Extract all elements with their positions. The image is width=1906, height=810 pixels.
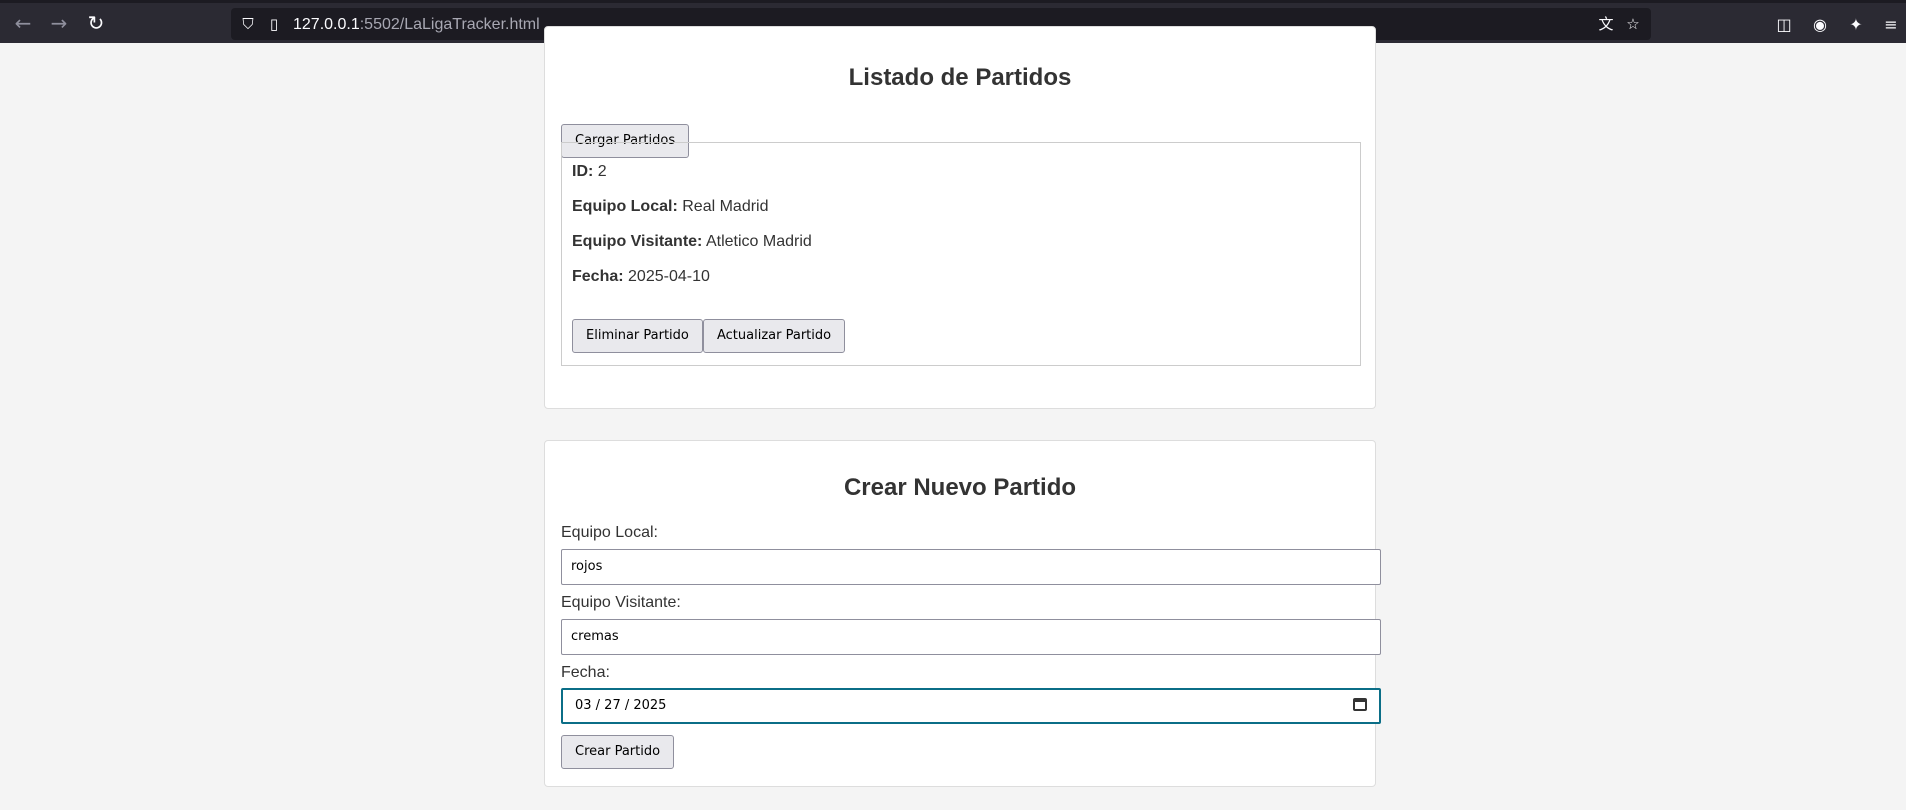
create-match-button[interactable]: Crear Partido	[561, 735, 675, 769]
match-date-label: Fecha:	[572, 268, 624, 285]
match-away-label: Equipo Visitante:	[572, 233, 703, 250]
match-item: ID: 2 Equipo Local: Real Madrid Equipo V…	[561, 142, 1361, 366]
url-text[interactable]: 127.0.0.1:5502/LaLigaTracker.html	[293, 16, 540, 34]
shield-icon[interactable]: ⛉	[239, 15, 257, 33]
list-title: Listado de Partidos	[848, 64, 1072, 91]
match-home-label: Equipo Local:	[572, 198, 678, 215]
bookmark-star-icon[interactable]: ☆	[1624, 15, 1642, 33]
date-input[interactable]: 03 / 27 / 2025	[561, 688, 1381, 724]
match-date: Fecha: 2025-04-10	[572, 268, 710, 286]
match-date-value: 2025-04-10	[628, 268, 710, 285]
home-team-label: Equipo Local:	[561, 524, 658, 541]
translate-icon[interactable]: 文	[1597, 15, 1615, 33]
home-team-input[interactable]: rojos	[561, 549, 1381, 585]
extensions-icon[interactable]: ✦	[1846, 15, 1866, 35]
page-icon[interactable]: ▯	[265, 15, 283, 33]
calendar-icon[interactable]	[1353, 698, 1367, 711]
create-match-card: Crear Nuevo Partido Equipo Local: rojos …	[544, 440, 1381, 787]
account-icon[interactable]: ◉	[1810, 15, 1830, 35]
pocket-icon[interactable]: ◫	[1774, 15, 1794, 35]
match-home-value: Real Madrid	[682, 198, 769, 215]
date-input-value: 03 / 27 / 2025	[575, 698, 667, 713]
match-list-card: Listado de Partidos Cargar Partidos ID: …	[544, 26, 1376, 409]
away-team-input[interactable]: cremas	[561, 619, 1381, 655]
url-path: :5502/LaLigaTracker.html	[359, 16, 540, 33]
date-label: Fecha:	[561, 664, 610, 681]
update-match-button[interactable]: Actualizar Partido	[703, 319, 846, 353]
forward-icon[interactable]: →	[49, 13, 69, 33]
away-team-label: Equipo Visitante:	[561, 594, 681, 611]
url-host: 127.0.0.1	[293, 16, 360, 33]
delete-match-button[interactable]: Eliminar Partido	[572, 319, 703, 353]
match-id-label: ID:	[572, 163, 594, 180]
match-home: Equipo Local: Real Madrid	[572, 198, 769, 216]
back-icon[interactable]: ←	[13, 13, 33, 33]
match-away-value: Atletico Madrid	[705, 233, 812, 250]
create-title: Crear Nuevo Partido	[843, 474, 1077, 501]
menu-icon[interactable]: ≡	[1881, 15, 1901, 35]
match-id: ID: 2	[572, 163, 607, 181]
match-away: Equipo Visitante: Atletico Madrid	[572, 233, 812, 251]
reload-icon[interactable]: ↻	[86, 13, 106, 33]
match-id-value: 2	[597, 163, 607, 180]
